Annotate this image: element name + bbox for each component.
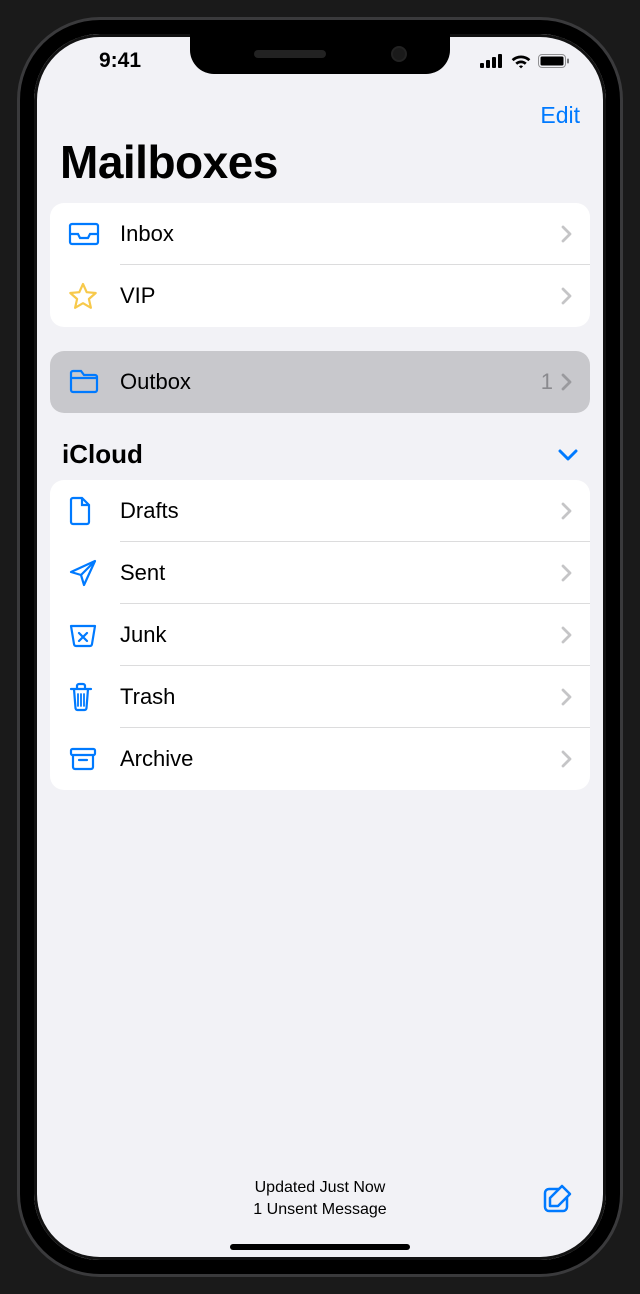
mailbox-row-outbox[interactable]: Outbox 1 bbox=[50, 351, 590, 413]
account-name: iCloud bbox=[62, 439, 143, 470]
mailbox-row-sent[interactable]: Sent bbox=[50, 542, 590, 604]
mailbox-row-junk[interactable]: Junk bbox=[50, 604, 590, 666]
archive-icon bbox=[68, 742, 108, 776]
document-icon bbox=[68, 494, 108, 528]
cellular-signal-icon bbox=[480, 54, 504, 68]
toolbar-status: Updated Just Now 1 Unsent Message bbox=[60, 1177, 580, 1220]
chevron-right-icon bbox=[561, 564, 572, 582]
chevron-right-icon bbox=[561, 750, 572, 768]
star-icon bbox=[68, 279, 108, 313]
folder-icon bbox=[68, 365, 108, 399]
mailbox-label: Drafts bbox=[120, 498, 561, 524]
status-time: 9:41 bbox=[70, 49, 170, 73]
chevron-right-icon bbox=[561, 502, 572, 520]
mailbox-label: Outbox bbox=[120, 369, 541, 395]
mailbox-row-trash[interactable]: Trash bbox=[50, 666, 590, 728]
chevron-right-icon bbox=[561, 287, 572, 305]
mailbox-label: Sent bbox=[120, 560, 561, 586]
chevron-right-icon bbox=[561, 373, 572, 391]
mailbox-row-inbox[interactable]: Inbox bbox=[50, 203, 590, 265]
chevron-right-icon bbox=[561, 688, 572, 706]
compose-button[interactable] bbox=[540, 1180, 578, 1218]
trash-icon bbox=[68, 680, 108, 714]
mailbox-row-vip[interactable]: VIP bbox=[50, 265, 590, 327]
mailbox-label: Archive bbox=[120, 746, 561, 772]
mailbox-row-archive[interactable]: Archive bbox=[50, 728, 590, 790]
navigation-bar: Edit bbox=[34, 88, 606, 129]
mailbox-row-drafts[interactable]: Drafts bbox=[50, 480, 590, 542]
chevron-right-icon bbox=[561, 225, 572, 243]
junk-icon bbox=[68, 618, 108, 652]
mailbox-label: VIP bbox=[120, 283, 561, 309]
chevron-down-icon bbox=[558, 449, 578, 461]
battery-icon bbox=[538, 54, 570, 68]
inbox-icon bbox=[68, 217, 108, 251]
icloud-group: Drafts Sent Junk bbox=[50, 480, 590, 790]
mailbox-label: Junk bbox=[120, 622, 561, 648]
chevron-right-icon bbox=[561, 626, 572, 644]
wifi-icon bbox=[510, 53, 532, 69]
outbox-group: Outbox 1 bbox=[50, 351, 590, 413]
home-indicator[interactable] bbox=[230, 1244, 410, 1250]
paperplane-icon bbox=[68, 556, 108, 590]
edit-button[interactable]: Edit bbox=[540, 102, 580, 129]
account-section-header[interactable]: iCloud bbox=[34, 433, 606, 480]
page-title: Mailboxes bbox=[34, 129, 606, 203]
mailbox-label: Trash bbox=[120, 684, 561, 710]
status-line-2: 1 Unsent Message bbox=[60, 1199, 580, 1221]
status-line-1: Updated Just Now bbox=[60, 1177, 580, 1199]
mailboxes-top-group: Inbox VIP bbox=[50, 203, 590, 327]
mailbox-label: Inbox bbox=[120, 221, 561, 247]
mailbox-count: 1 bbox=[541, 369, 553, 395]
